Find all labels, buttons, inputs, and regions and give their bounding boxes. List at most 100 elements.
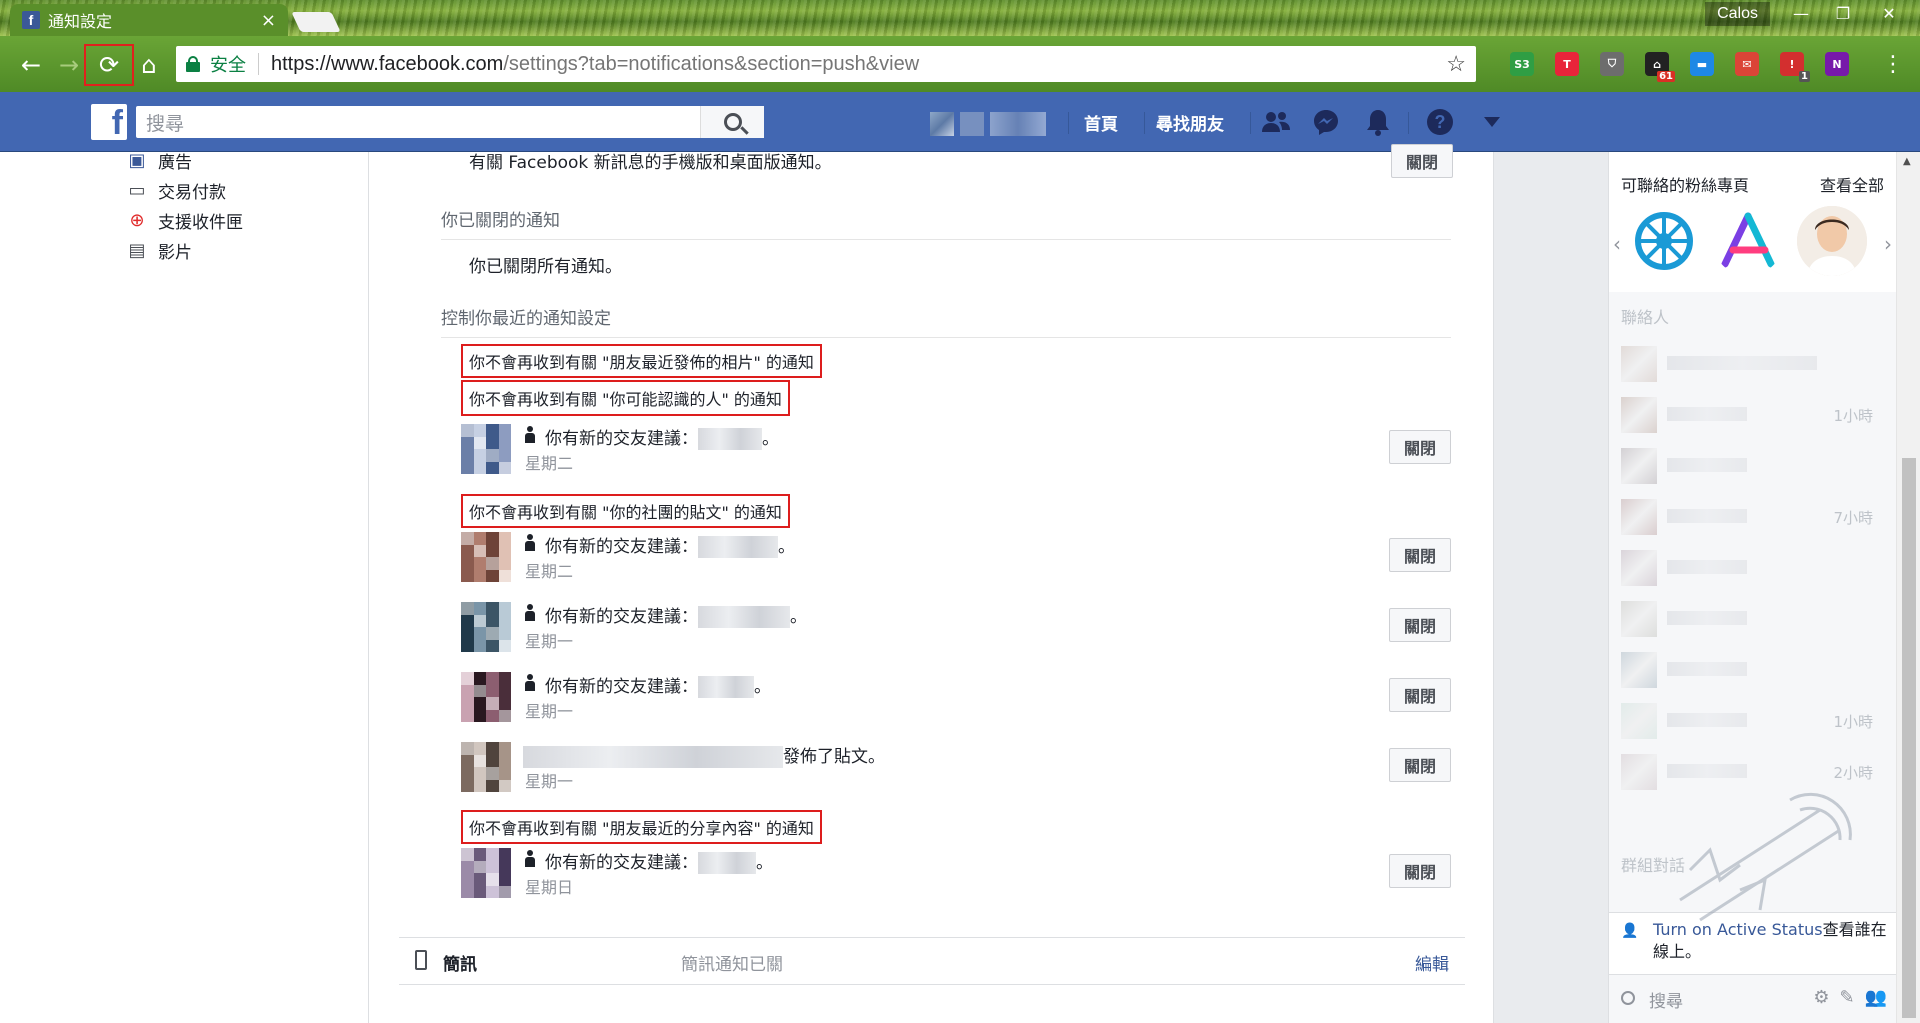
nav-find-friends-link[interactable]: 尋找朋友 [1156, 110, 1224, 135]
turn-off-button[interactable]: 關閉 [1389, 748, 1451, 782]
turn-off-button[interactable]: 關閉 [1389, 854, 1451, 888]
notifications-icon[interactable] [1364, 108, 1392, 136]
minimize-icon[interactable]: — [1784, 0, 1818, 26]
home-extension-icon[interactable]: ⌂ 61 [1645, 52, 1675, 82]
notification-text[interactable]: 發佈了貼文。 [523, 742, 885, 768]
facebook-logo-icon[interactable]: f [91, 104, 127, 140]
left-nav-item-payments[interactable]: ▭ 交易付款 [126, 178, 226, 203]
new-tab-button[interactable] [291, 12, 341, 32]
lastpass-extension-icon[interactable]: ! 1 [1780, 52, 1810, 82]
address-bar[interactable]: 安全 https://www.facebook.com/settings?tab… [176, 46, 1476, 82]
notification-text[interactable]: 你有新的交友建議： 。 [545, 532, 795, 558]
chevron-right-icon[interactable]: › [1884, 232, 1892, 256]
turn-off-button[interactable]: 關閉 [1389, 678, 1451, 712]
notification-text[interactable]: 你有新的交友建議： 。 [545, 424, 779, 450]
contact-row[interactable] [1621, 650, 1885, 690]
contact-row[interactable] [1621, 344, 1885, 384]
reload-icon[interactable]: ⟳ [92, 48, 126, 82]
bookmark-star-icon[interactable]: ☆ [1446, 51, 1466, 77]
back-icon[interactable]: ← [14, 48, 48, 82]
notification-suffix: 。 [790, 607, 807, 627]
blurred-contact-name [1667, 764, 1747, 778]
group-conversations-title: 群組對話 [1621, 856, 1686, 875]
page-avatar-person[interactable] [1797, 206, 1867, 276]
turn-off-button[interactable]: 關閉 [1389, 608, 1451, 642]
forward-icon[interactable]: → [52, 48, 86, 82]
person-icon [523, 426, 537, 444]
restore-icon[interactable]: ❐ [1826, 0, 1860, 26]
contact-row[interactable]: 2小時 [1621, 752, 1885, 792]
chevron-left-icon[interactable]: ‹ [1613, 232, 1621, 256]
header-divider [1250, 112, 1251, 134]
notification-text[interactable]: 你有新的交友建議： 。 [545, 848, 773, 874]
search-button[interactable] [700, 106, 764, 138]
blurred-contact-name [1667, 509, 1747, 523]
friends-icon[interactable] [1262, 108, 1290, 136]
calendar-extension-icon[interactable]: ▬ [1690, 52, 1714, 76]
browser-tab-notification-settings[interactable]: f 通知設定 × [10, 4, 288, 36]
push-notifications-description: 有關 Facebook 新訊息的手機版和桌面版通知。 [469, 153, 832, 173]
contact-row[interactable] [1621, 548, 1885, 588]
notification-text[interactable]: 你有新的交友建議： 。 [545, 672, 771, 698]
left-nav-item-videos[interactable]: ▤ 影片 [126, 238, 192, 263]
highlight-turned-off-photos: 你不會再收到有關 "朋友最近發佈的相片" 的通知 [461, 344, 822, 378]
account-menu-icon[interactable] [1478, 108, 1506, 136]
gear-icon[interactable]: ⚙ [1813, 987, 1829, 1008]
facebook-search-input[interactable]: 搜尋 [136, 106, 764, 138]
person-icon [523, 674, 537, 692]
page-scrollbar[interactable]: ▲ [1896, 152, 1920, 1023]
tab-close-icon[interactable]: × [261, 10, 276, 31]
avatar [1621, 754, 1657, 790]
left-nav-item-support-inbox[interactable]: ⊕ 支援收件匣 [126, 208, 243, 233]
sms-edit-link[interactable]: 編輯 [1415, 950, 1449, 975]
contact-row[interactable] [1621, 446, 1885, 486]
chat-search-input[interactable]: 搜尋 [1649, 987, 1683, 1012]
person-icon [523, 604, 537, 622]
extension-glyph: ⌂ [1653, 57, 1661, 71]
notification-text[interactable]: 你有新的交友建議： 。 [545, 602, 807, 628]
sms-settings-row: 簡訊 簡訊通知已關 編輯 [399, 937, 1465, 985]
compose-icon[interactable]: ✎ [1839, 987, 1854, 1008]
messenger-icon[interactable] [1312, 108, 1340, 136]
contact-last-active: 1小時 [1833, 713, 1873, 731]
t-extension-icon[interactable]: T [1555, 52, 1579, 76]
turn-off-button[interactable]: 關閉 [1389, 430, 1451, 464]
turn-off-button[interactable]: 關閉 [1389, 538, 1451, 572]
scrollbar-thumb[interactable] [1902, 458, 1916, 1018]
page-avatar-wheel[interactable] [1629, 206, 1699, 276]
contact-row[interactable] [1621, 599, 1885, 639]
onenote-extension-icon[interactable]: N [1825, 52, 1849, 76]
blurred-name [698, 676, 754, 698]
active-status-text: Turn on Active Status查看誰在線上。 [1653, 919, 1889, 963]
header-divider [1068, 112, 1069, 134]
pocket-extension-icon[interactable]: ⛉ [1600, 52, 1624, 76]
contact-row[interactable]: 1小時 [1621, 701, 1885, 741]
page-avatar-a-logo[interactable] [1713, 206, 1783, 276]
close-window-icon[interactable]: ✕ [1872, 0, 1906, 26]
left-nav-item-ads[interactable]: ▣ 廣告 [126, 148, 192, 173]
active-status-prompt[interactable]: 👤 Turn on Active Status查看誰在線上。 [1609, 912, 1897, 974]
notification-row: 你有新的交友建議： 。星期日 關閉 [461, 846, 1451, 902]
browser-profile-name[interactable]: Calos [1705, 2, 1770, 26]
turn-on-active-status-link[interactable]: Turn on Active Status [1653, 920, 1823, 939]
chat-search-bar[interactable]: 搜尋 ⚙ ✎ 👥 [1609, 974, 1897, 1023]
add-group-icon[interactable]: 👥 [1865, 987, 1887, 1008]
see-all-link[interactable]: 查看全部 [1820, 172, 1884, 196]
contact-row[interactable]: 1小時 [1621, 395, 1885, 435]
person-icon [523, 534, 537, 552]
home-icon[interactable]: ⌂ [132, 48, 166, 82]
right-gutter [1494, 152, 1608, 1023]
turned-off-status-text: 你已關閉所有通知。 [469, 257, 622, 277]
scroll-up-icon[interactable]: ▲ [1903, 156, 1911, 167]
nav-home-link[interactable]: 首頁 [1084, 110, 1118, 135]
browser-menu-icon[interactable]: ⋮ [1882, 52, 1904, 77]
turn-off-push-button[interactable]: 關閉 [1391, 144, 1453, 178]
person-icon [523, 850, 537, 868]
blurred-name [698, 536, 778, 558]
contact-row[interactable]: 7小時 [1621, 497, 1885, 537]
avatar [461, 848, 511, 898]
help-icon[interactable]: ? [1426, 108, 1454, 136]
gmail-extension-icon[interactable]: ✉ [1735, 52, 1759, 76]
s3-extension-icon[interactable]: S3 [1510, 52, 1534, 76]
profile-link-blurred[interactable] [930, 112, 1056, 136]
